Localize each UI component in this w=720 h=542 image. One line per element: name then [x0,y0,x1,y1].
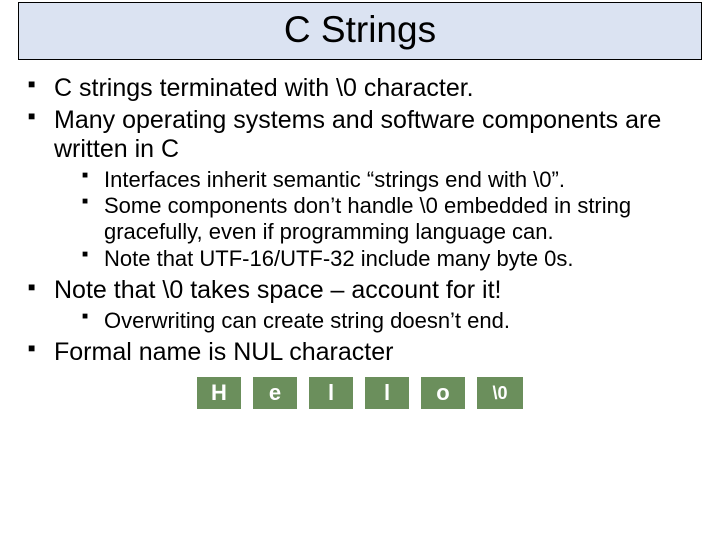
bullet-2-sub-3: Note that UTF-16/UTF-32 include many byt… [82,246,702,272]
string-cell-4: o [421,377,465,409]
string-cell-1: e [253,377,297,409]
bullet-3-sub-1: Overwriting can create string doesn’t en… [82,308,702,334]
title-box: C Strings [18,2,702,60]
string-cell-3: l [365,377,409,409]
slide-content: C strings terminated with \0 character. … [18,74,702,409]
bullet-list: C strings terminated with \0 character. … [18,74,702,367]
bullet-2-sublist: Interfaces inherit semantic “strings end… [54,167,702,273]
bullet-3-text: Note that \0 takes space – account for i… [54,276,501,304]
string-array: H e l l o \0 [18,377,702,409]
bullet-4: Formal name is NUL character [28,338,702,368]
slide: C Strings C strings terminated with \0 c… [0,2,720,542]
bullet-3-sublist: Overwriting can create string doesn’t en… [54,308,702,334]
bullet-2-text: Many operating systems and software comp… [54,106,661,164]
slide-title: C Strings [19,9,701,51]
bullet-3: Note that \0 takes space – account for i… [28,276,702,333]
string-cell-nul: \0 [477,377,523,409]
string-cell-0: H [197,377,241,409]
bullet-2: Many operating systems and software comp… [28,106,702,273]
bullet-2-sub-1: Interfaces inherit semantic “strings end… [82,167,702,193]
string-cell-2: l [309,377,353,409]
bullet-2-sub-2: Some components don’t handle \0 embedded… [82,193,702,245]
bullet-1: C strings terminated with \0 character. [28,74,702,104]
